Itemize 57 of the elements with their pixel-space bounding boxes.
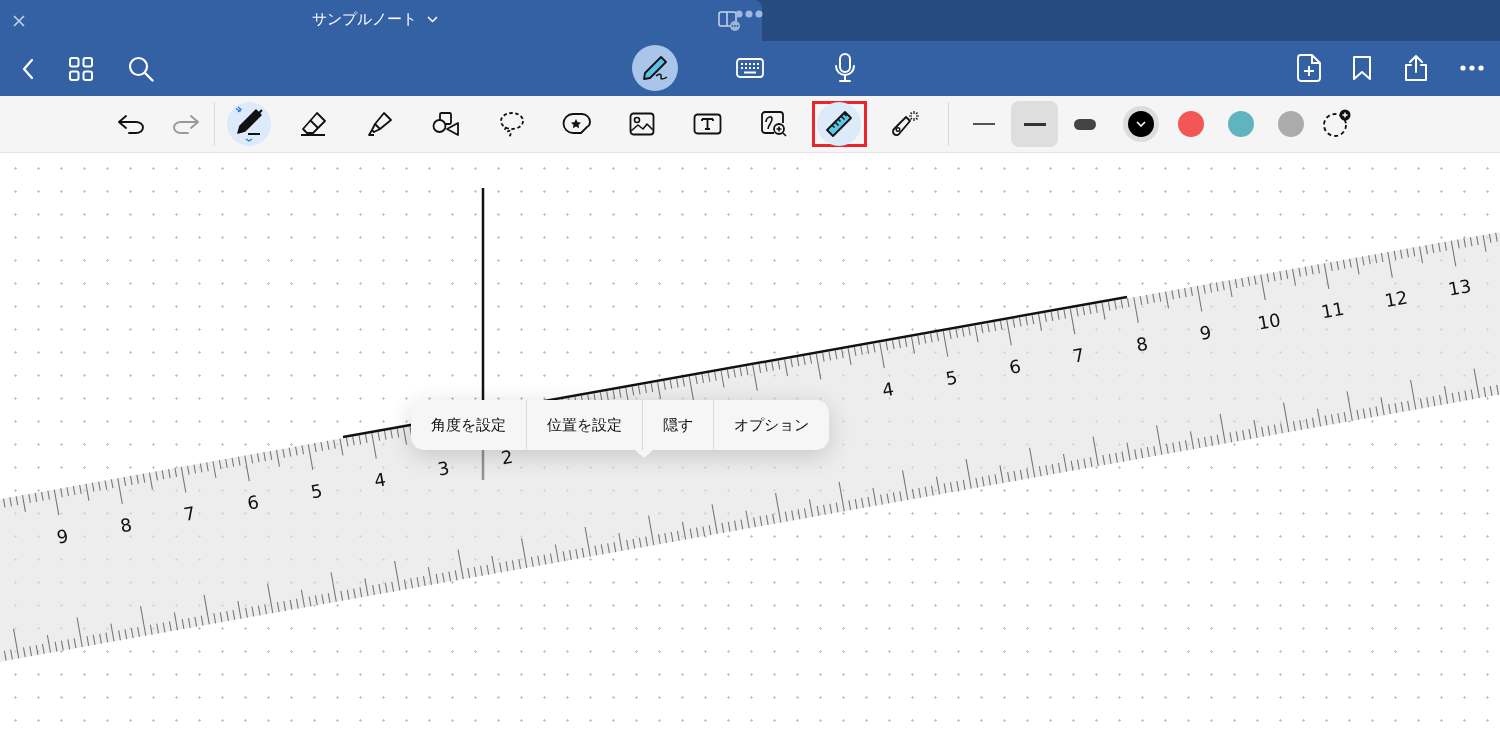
add-page-icon[interactable] xyxy=(1297,54,1321,82)
keyboard-icon xyxy=(736,58,764,78)
share-icon[interactable] xyxy=(1403,54,1429,82)
image-zoom-icon xyxy=(759,110,788,138)
ruler-number: 8 xyxy=(1134,332,1150,356)
more-dots-icon[interactable] xyxy=(735,10,763,18)
ruler-number: 9 xyxy=(1198,321,1214,345)
ruler-icon xyxy=(824,109,855,139)
color-swatch[interactable] xyxy=(1228,111,1255,137)
ruler-number: 4 xyxy=(880,377,896,401)
chevron-down-icon[interactable] xyxy=(427,16,438,23)
search-icon[interactable] xyxy=(128,55,154,82)
undo-icon xyxy=(116,114,145,134)
color-swatch[interactable] xyxy=(1278,111,1305,137)
menu-item[interactable]: 隠す xyxy=(642,400,713,450)
bookmark-icon[interactable] xyxy=(1352,55,1372,81)
back-icon[interactable] xyxy=(22,57,34,80)
ruler-number: 8 xyxy=(118,513,134,537)
ruler-number: 7 xyxy=(1071,343,1087,367)
more-icon[interactable] xyxy=(1460,65,1484,71)
highlighter-icon xyxy=(367,111,393,137)
ruler-number: 12 xyxy=(1383,286,1410,312)
add-color-icon[interactable] xyxy=(1322,109,1353,139)
ruler-number: 7 xyxy=(182,502,198,525)
split-view-icon[interactable] xyxy=(718,10,742,32)
menu-item[interactable]: オプション xyxy=(713,400,829,450)
ruler-number: 5 xyxy=(944,366,960,390)
thin-line-icon xyxy=(973,123,996,125)
color-swatch[interactable] xyxy=(1178,111,1205,137)
ruler-number: 6 xyxy=(1007,355,1023,378)
laser-pointer-icon xyxy=(889,109,920,139)
pen-mode-button[interactable] xyxy=(632,45,678,91)
ruler-number: 11 xyxy=(1319,297,1346,323)
thick-line-icon xyxy=(1074,118,1097,130)
ruler-number: 6 xyxy=(245,491,261,514)
stroke-width-button[interactable] xyxy=(1011,101,1059,147)
lasso-icon xyxy=(497,110,526,138)
ruler-tool-button[interactable] xyxy=(811,101,867,147)
close-icon[interactable] xyxy=(13,14,25,27)
ruler-number: 3 xyxy=(436,457,452,480)
ruler-number: 9 xyxy=(55,524,71,548)
chevron-down-icon xyxy=(1136,121,1147,127)
ruler-number: 10 xyxy=(1256,309,1283,334)
redo-icon xyxy=(171,114,200,134)
window-title[interactable]: サンプルノート xyxy=(312,10,417,29)
pen-icon xyxy=(641,54,669,82)
text-box-icon xyxy=(692,113,723,135)
ruler-number: 5 xyxy=(309,479,325,503)
sticker-icon xyxy=(561,112,592,136)
microphone-icon xyxy=(834,53,856,83)
ruler-number: 13 xyxy=(1446,275,1473,300)
shapes-icon xyxy=(431,111,460,137)
ruler-number: 4 xyxy=(372,468,388,492)
menu-item[interactable]: 位置を設定 xyxy=(526,400,642,450)
medium-line-icon xyxy=(1023,122,1046,126)
image-icon xyxy=(629,112,656,136)
grid-icon[interactable] xyxy=(69,56,93,81)
